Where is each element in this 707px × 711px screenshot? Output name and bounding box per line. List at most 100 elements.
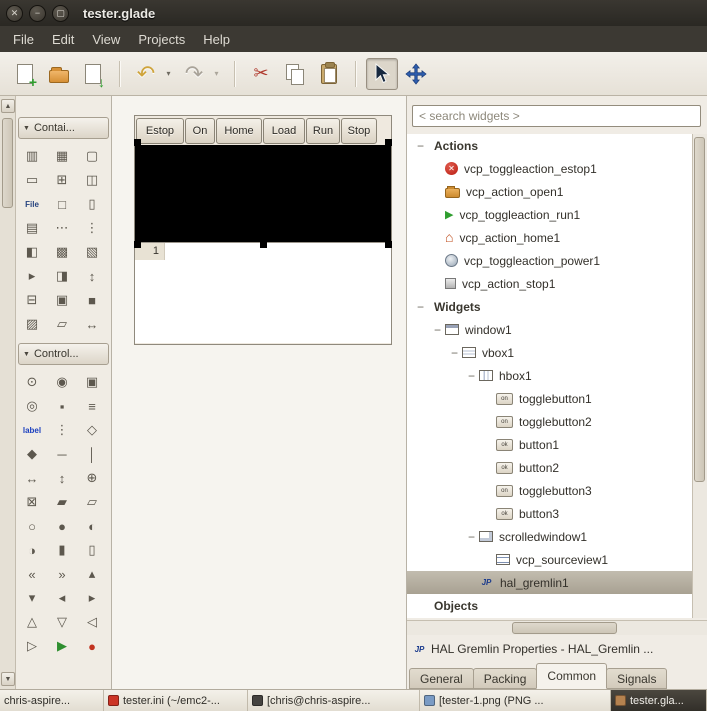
palette-scrollbar-thumb[interactable] (2, 118, 13, 208)
expander-icon[interactable]: − (464, 369, 479, 383)
taskbar-item-4[interactable]: [tester-1.png (PNG ... (420, 690, 611, 711)
tree-row-scrolledwindow1[interactable]: −scrolledwindow1 (407, 525, 692, 548)
expander-icon[interactable]: − (464, 530, 479, 544)
selection-handle[interactable] (134, 241, 141, 248)
palette-item[interactable]: ▱ (47, 312, 77, 336)
palette-item[interactable]: ▣ (77, 370, 107, 394)
palette-item[interactable]: ◐ (77, 514, 107, 538)
gremlin-preview[interactable] (135, 145, 391, 242)
palette-item[interactable]: ◉ (47, 370, 77, 394)
cut-button[interactable]: ✂ (245, 58, 277, 90)
palette-item[interactable]: ▷ (17, 634, 47, 658)
palette-item[interactable]: ↔ (77, 312, 107, 336)
palette-item[interactable]: │ (77, 442, 107, 466)
palette-item[interactable]: ○ (17, 514, 47, 538)
window-maximize-button[interactable]: ▢ (52, 5, 69, 22)
undo-button[interactable]: ↶ (130, 58, 162, 90)
palette-item[interactable]: ⊙ (17, 370, 47, 394)
design-button-estop[interactable]: Estop (136, 118, 184, 144)
design-button-load[interactable]: Load (263, 118, 305, 144)
palette-item[interactable]: ▴ (77, 562, 107, 586)
tree-horizontal-scrollbar[interactable] (407, 620, 707, 635)
selection-handle[interactable] (134, 139, 141, 146)
palette-item[interactable]: ▶ (47, 634, 77, 658)
window-close-button[interactable]: ✕ (6, 5, 23, 22)
palette-item[interactable]: △ (17, 610, 47, 634)
design-button-stop[interactable]: Stop (341, 118, 377, 144)
palette-item[interactable]: ▤ (17, 216, 47, 240)
palette-item[interactable]: ◇ (77, 418, 107, 442)
palette-item[interactable]: ■ (77, 288, 107, 312)
tree-vscroll-thumb[interactable] (694, 137, 705, 482)
palette-item[interactable]: ⊟ (17, 288, 47, 312)
tree-row-window1[interactable]: −window1 (407, 318, 692, 341)
new-button[interactable] (9, 58, 41, 90)
palette-item[interactable]: ● (77, 634, 107, 658)
tab-common[interactable]: Common (536, 663, 607, 689)
palette-item[interactable]: ▽ (47, 610, 77, 634)
palette-item[interactable]: ▢ (77, 144, 107, 168)
palette-item[interactable]: ▦ (47, 144, 77, 168)
palette-item[interactable]: ◧ (17, 240, 47, 264)
palette-item[interactable]: ▩ (47, 240, 77, 264)
palette-item[interactable]: ─ (47, 442, 77, 466)
taskbar-item-5[interactable]: tester.gla... (611, 690, 707, 711)
save-button[interactable] (77, 58, 109, 90)
taskbar-item-2[interactable]: tester.ini (~/emc2-... (104, 690, 248, 711)
palette-item[interactable]: ⋮ (47, 418, 77, 442)
tab-packing[interactable]: Packing (473, 668, 538, 689)
palette-item[interactable]: ↕ (47, 466, 77, 490)
palette-section-contai-[interactable]: ▼Contai... (18, 117, 109, 139)
palette-item[interactable]: ▧ (77, 240, 107, 264)
selection-handle[interactable] (260, 241, 267, 248)
palette-item[interactable]: ▭ (17, 168, 47, 192)
copy-button[interactable] (279, 58, 311, 90)
palette-item[interactable]: □ (47, 192, 77, 216)
palette-item[interactable]: label (17, 418, 47, 442)
palette-item[interactable]: ▣ (47, 288, 77, 312)
palette-item[interactable]: File (17, 192, 47, 216)
tree-row-button1[interactable]: okbutton1 (407, 433, 692, 456)
tree-row-hal-gremlin1[interactable]: JPhal_gremlin1 (407, 571, 692, 594)
expander-icon[interactable]: − (413, 139, 428, 153)
palette-item[interactable]: ▸ (17, 264, 47, 288)
design-button-run[interactable]: Run (306, 118, 340, 144)
taskbar-item-1[interactable]: chris-aspire... (0, 690, 104, 711)
palette-item[interactable]: ⊞ (47, 168, 77, 192)
tree-row-vcp-toggleaction-estop1[interactable]: ✕vcp_toggleaction_estop1 (407, 157, 692, 180)
palette-item[interactable]: ◑ (17, 538, 47, 562)
palette-item[interactable]: ◂ (47, 586, 77, 610)
tree-vertical-scrollbar[interactable] (692, 134, 707, 618)
selection-handle[interactable] (385, 139, 392, 146)
palette-item[interactable]: ▥ (17, 144, 47, 168)
design-button-on[interactable]: On (185, 118, 215, 144)
tree-row-vcp-action-home1[interactable]: ⌂vcp_action_home1 (407, 226, 692, 249)
redo-button[interactable]: ↷ (178, 58, 210, 90)
palette-section-control-[interactable]: ▼Control... (18, 343, 109, 365)
designed-window[interactable]: EstopOnHomeLoadRunStop 1 (134, 115, 392, 345)
tree-row-vcp-toggleaction-run1[interactable]: ▶vcp_toggleaction_run1 (407, 203, 692, 226)
tree-row-vbox1[interactable]: −vbox1 (407, 341, 692, 364)
tree-row-vcp-sourceview1[interactable]: vcp_sourceview1 (407, 548, 692, 571)
palette-scrollbar[interactable]: ▲ ▼ (0, 96, 16, 689)
menu-view[interactable]: View (83, 28, 129, 51)
tree-row-vcp-action-open1[interactable]: vcp_action_open1 (407, 180, 692, 203)
taskbar-item-3[interactable]: [chris@chris-aspire... (248, 690, 420, 711)
menu-help[interactable]: Help (194, 28, 239, 51)
tree-row-togglebutton3[interactable]: ontogglebutton3 (407, 479, 692, 502)
selection-handle[interactable] (385, 241, 392, 248)
palette-item[interactable]: ▨ (17, 312, 47, 336)
widget-search-input[interactable] (412, 105, 701, 127)
scroll-down-icon[interactable]: ▼ (1, 672, 15, 686)
menu-projects[interactable]: Projects (129, 28, 194, 51)
menu-edit[interactable]: Edit (43, 28, 83, 51)
palette-item[interactable]: ⋯ (47, 216, 77, 240)
palette-item[interactable]: ◆ (17, 442, 47, 466)
tree-row-togglebutton1[interactable]: ontogglebutton1 (407, 387, 692, 410)
sourceview-preview[interactable]: 1 (135, 242, 391, 343)
palette-item[interactable]: ▸ (77, 586, 107, 610)
paste-button[interactable] (313, 58, 345, 90)
palette-item[interactable]: ▮ (47, 538, 77, 562)
palette-item[interactable]: ▾ (17, 586, 47, 610)
expander-icon[interactable]: − (430, 323, 445, 337)
